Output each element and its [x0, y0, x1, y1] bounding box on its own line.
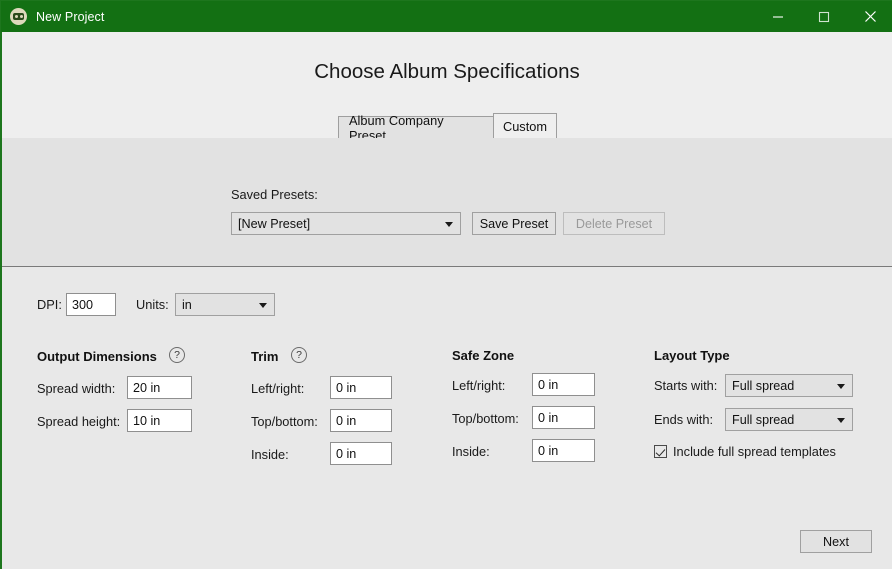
trim-top-bottom-value: 0 in [336, 413, 357, 428]
tab-custom[interactable]: Custom [493, 113, 557, 138]
minimize-button[interactable] [755, 1, 801, 32]
starts-with-label: Starts with: [654, 378, 718, 393]
layout-type-heading: Layout Type [654, 348, 730, 363]
saved-presets-dropdown[interactable]: [New Preset] [231, 212, 461, 235]
starts-with-value: Full spread [732, 378, 795, 393]
units-label: Units: [136, 297, 169, 312]
safe-zone-inside-input[interactable]: 0 in [532, 439, 595, 462]
starts-with-dropdown[interactable]: Full spread [725, 374, 853, 397]
ends-with-dropdown[interactable]: Full spread [725, 408, 853, 431]
title-bar: New Project [1, 1, 892, 32]
chevron-down-icon [837, 383, 845, 389]
units-value: in [182, 297, 192, 312]
safe-zone-top-bottom-input[interactable]: 0 in [532, 406, 595, 429]
app-icon-glyph [13, 13, 24, 20]
minimize-icon [773, 15, 783, 18]
dpi-input[interactable]: 300 [66, 293, 116, 316]
spread-width-value: 20 in [133, 380, 161, 395]
ends-with-label: Ends with: [654, 412, 714, 427]
dpi-label: DPI: [37, 297, 62, 312]
tab-strip: Album Company Preset Custom [2, 113, 892, 143]
spread-height-value: 10 in [133, 413, 161, 428]
trim-top-bottom-input[interactable]: 0 in [330, 409, 392, 432]
safe-zone-inside-value: 0 in [538, 443, 559, 458]
close-button[interactable] [847, 1, 892, 32]
include-full-spread-templates-label: Include full spread templates [673, 444, 836, 459]
trim-inside-value: 0 in [336, 446, 357, 461]
trim-help-icon[interactable]: ? [291, 347, 307, 363]
output-dimensions-help-icon[interactable]: ? [169, 347, 185, 363]
next-button-label: Next [823, 534, 849, 549]
header-band: Choose Album Specifications Album Compan… [2, 32, 892, 143]
save-preset-button[interactable]: Save Preset [472, 212, 556, 235]
include-full-spread-templates-checkbox[interactable] [654, 445, 667, 458]
save-preset-label: Save Preset [479, 216, 549, 231]
next-button[interactable]: Next [800, 530, 872, 553]
trim-heading: Trim [251, 349, 279, 364]
safe-zone-top-bottom-label: Top/bottom: [452, 411, 519, 426]
spread-height-input[interactable]: 10 in [127, 409, 192, 432]
safe-zone-left-right-label: Left/right: [452, 378, 506, 393]
delete-preset-label: Delete Preset [575, 216, 653, 231]
close-icon [864, 11, 876, 22]
app-icon [10, 8, 27, 25]
safe-zone-inside-label: Inside: [452, 444, 490, 459]
chevron-down-icon [837, 417, 845, 423]
saved-presets-label: Saved Presets: [231, 187, 318, 202]
safe-zone-left-right-input[interactable]: 0 in [532, 373, 595, 396]
safe-zone-top-bottom-value: 0 in [538, 410, 559, 425]
dpi-value: 300 [72, 297, 94, 312]
safe-zone-heading: Safe Zone [452, 348, 515, 363]
safe-zone-left-right-value: 0 in [538, 377, 559, 392]
include-full-spread-templates-checkbox-row[interactable]: Include full spread templates [654, 444, 836, 459]
window-controls [755, 1, 892, 32]
trim-inside-input[interactable]: 0 in [330, 442, 392, 465]
trim-left-right-label: Left/right: [251, 381, 305, 396]
saved-presets-panel: Saved Presets: [New Preset] Save Preset … [2, 138, 892, 267]
spread-width-label: Spread width: [37, 381, 116, 396]
chevron-down-icon [445, 221, 453, 227]
spread-height-label: Spread height: [37, 414, 121, 429]
trim-top-bottom-label: Top/bottom: [251, 414, 318, 429]
chevron-down-icon [259, 302, 267, 308]
maximize-icon [818, 11, 830, 22]
page-title: Choose Album Specifications [314, 60, 580, 83]
window-title: New Project [36, 9, 105, 24]
saved-presets-value: [New Preset] [238, 216, 311, 231]
tab-label: Custom [502, 118, 548, 134]
trim-inside-label: Inside: [251, 447, 289, 462]
output-dimensions-heading: Output Dimensions [37, 349, 157, 364]
spread-width-input[interactable]: 20 in [127, 376, 192, 399]
tab-album-company-preset[interactable]: Album Company Preset [338, 113, 494, 143]
units-dropdown[interactable]: in [175, 293, 275, 316]
ends-with-value: Full spread [732, 412, 795, 427]
trim-left-right-input[interactable]: 0 in [330, 376, 392, 399]
new-project-window: New Project Choose Album Specifications … [0, 0, 892, 569]
trim-left-right-value: 0 in [336, 380, 357, 395]
maximize-button[interactable] [801, 1, 847, 32]
delete-preset-button: Delete Preset [563, 212, 665, 235]
